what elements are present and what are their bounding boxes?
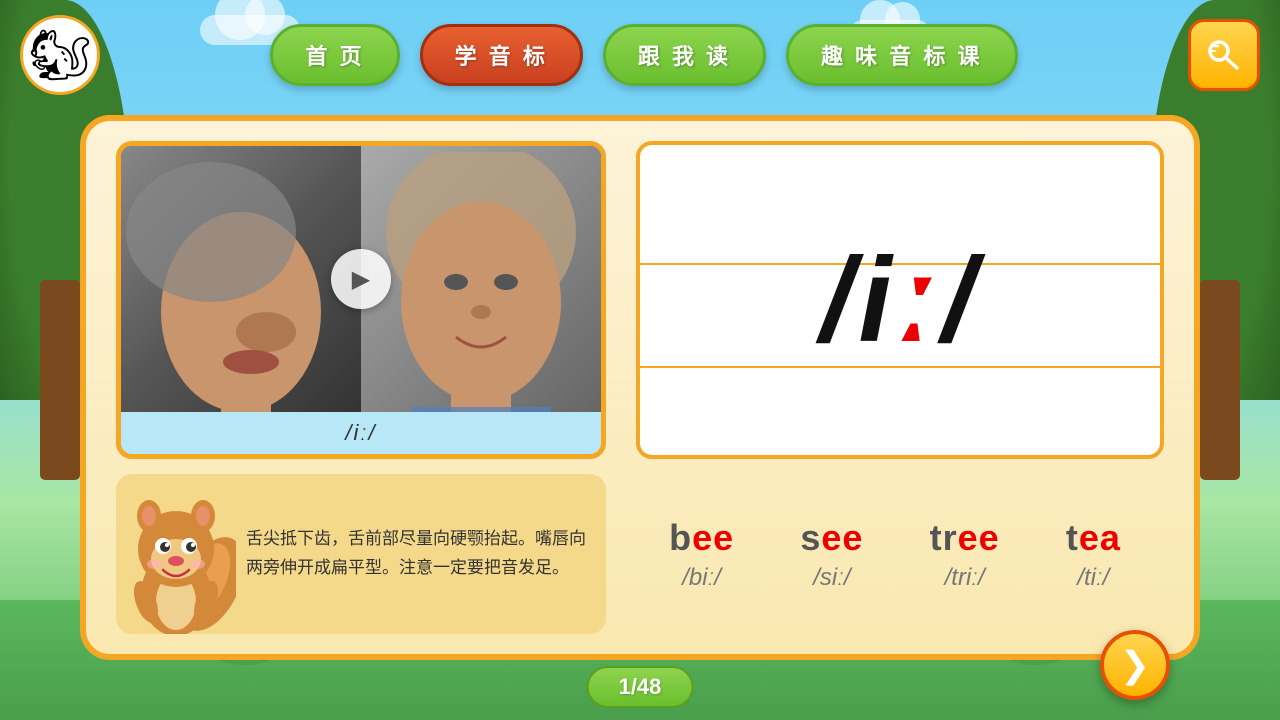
word-phonetic-see: /siː/ [813,564,850,592]
video-panel: ▶ /iː/ [116,141,606,459]
next-button[interactable]: ❯ [1100,630,1170,700]
nav-home-button[interactable]: 首 页 [270,24,399,86]
nav-fun-button[interactable]: 趣 味 音 标 课 [786,24,1017,86]
word-examples: bee /biː/ see /siː/ tree /triː/ [626,474,1164,634]
word-item-bee: bee /biː/ [669,517,734,592]
main-card: ▶ /iː/ /iː/ [80,115,1200,660]
tree-trunk-left [40,280,80,480]
video-face-right [361,146,601,412]
search-button[interactable] [1188,19,1260,91]
word-item-tree: tree /triː/ [930,517,1000,592]
tip-text: 舌尖抵下齿，舌前部尽量向硬颚抬起。嘴唇向两旁伸开成扁平型。注意一定要把音发足。 [246,525,588,583]
word-spelling-see: see [800,517,863,559]
word-spelling-bee: bee [669,517,734,559]
video-face-left [121,146,361,412]
header: 🐿 首 页 学 音 标 跟 我 读 趣 味 音 标 课 [0,0,1280,110]
word-spelling-tree: tree [930,517,1000,559]
word-item-tea: tea /tiː/ [1066,517,1121,592]
video-play-button[interactable]: ▶ [331,249,391,309]
page-counter: 1/48 [587,666,694,708]
phonetic-display-card: /iː/ [636,141,1164,459]
squirrel-svg [121,494,236,634]
tip-box: 舌尖抵下齿，舌前部尽量向硬颚抬起。嘴唇向两旁伸开成扁平型。注意一定要把音发足。 [116,474,606,634]
next-icon: ❯ [1120,644,1150,686]
phonetic-length-mark: ː [897,233,942,367]
nav-bar: 首 页 学 音 标 跟 我 读 趣 味 音 标 课 [120,24,1168,86]
card-bottom-section: 舌尖抵下齿，舌前部尽量向硬颚抬起。嘴唇向两旁伸开成扁平型。注意一定要把音发足。 … [116,474,1164,634]
nav-learn-button[interactable]: 学 音 标 [420,24,583,86]
phonetic-symbol: /iː/ [820,240,980,360]
words-display-row: bee /biː/ see /siː/ tree /triː/ [646,517,1144,592]
nav-repeat-button[interactable]: 跟 我 读 [603,24,766,86]
word-item-see: see /siː/ [800,517,863,592]
word-phonetic-bee: /biː/ [682,564,721,592]
video-area: ▶ [121,146,601,412]
play-icon: ▶ [352,265,370,294]
squirrel-mascot [121,494,236,634]
tree-trunk-right [1200,280,1240,480]
face-profile-svg [121,152,351,412]
logo-icon: 🐿 [28,26,91,85]
video-phonetic-label: /iː/ [121,412,601,454]
card-top-section: ▶ /iː/ /iː/ [116,141,1164,459]
word-phonetic-tree: /triː/ [945,564,985,592]
app-logo: 🐿 [20,15,100,95]
word-spelling-tea: tea [1066,517,1121,559]
search-icon [1204,37,1244,73]
face-front-svg [361,152,601,412]
word-phonetic-tea: /tiː/ [1077,564,1109,592]
